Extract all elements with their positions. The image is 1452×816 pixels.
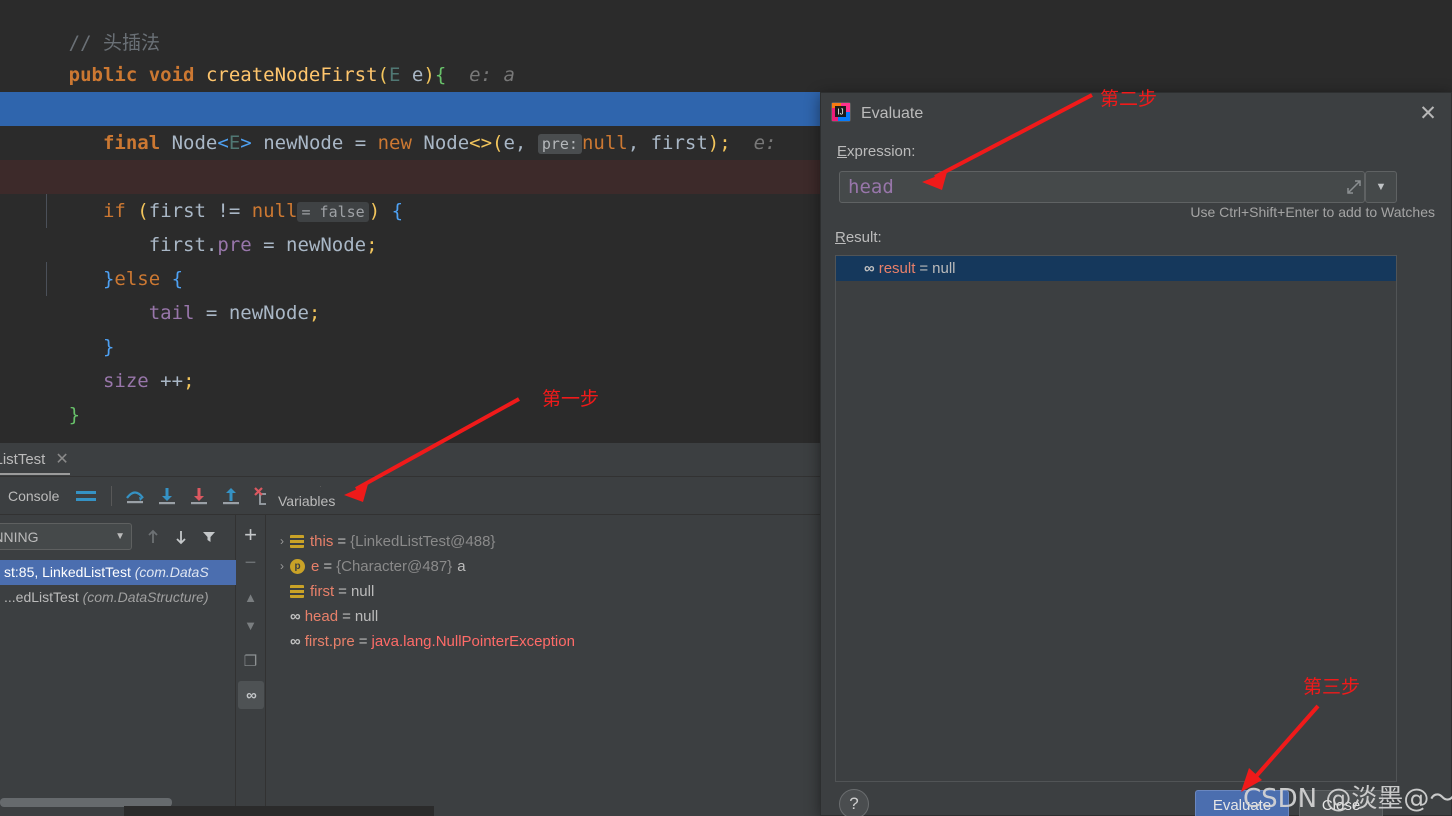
- indent-guide: [46, 194, 47, 228]
- result-label-rest: esult:: [845, 229, 882, 246]
- chevron-right-icon[interactable]: ›: [274, 554, 290, 579]
- expression-label: Expression:: [837, 143, 916, 160]
- result-label: Result:: [835, 229, 882, 246]
- result-row[interactable]: ∞ result = null: [836, 256, 1396, 281]
- variable-row-firstpre[interactable]: ∞ first.pre = java.lang.NullPointerExcep…: [290, 629, 575, 654]
- result-value: null: [932, 260, 956, 277]
- toolbar-divider: [111, 485, 113, 506]
- frame-down-icon[interactable]: [168, 523, 194, 550]
- thread-selector-label: ...n": RUNNING: [0, 528, 39, 545]
- editor-line-comment-top[interactable]: // 头插法: [0, 0, 1452, 54]
- close-icon[interactable]: ✕: [1417, 103, 1439, 125]
- intellij-logo-icon: IJ: [831, 101, 851, 127]
- close-button[interactable]: Close: [1299, 790, 1383, 816]
- chevron-down-icon: ▼: [115, 531, 125, 542]
- force-step-into-icon[interactable]: [184, 481, 214, 511]
- variable-name: first.pre: [304, 633, 355, 650]
- result-tree[interactable]: ∞ result = null: [835, 255, 1397, 782]
- frame-package: (com.DataStructure): [82, 589, 209, 605]
- step-into-icon[interactable]: [152, 481, 182, 511]
- variable-name: e: [311, 558, 320, 575]
- chevron-down-icon: ▼: [1375, 181, 1387, 193]
- expression-input[interactable]: head: [839, 171, 1365, 203]
- step-over-icon[interactable]: [120, 481, 150, 511]
- svg-text:IJ: IJ: [837, 107, 843, 116]
- close-icon[interactable]: ✕: [55, 449, 68, 469]
- variables-sidebar: + − ▲ ▼ ❐ ∞: [236, 515, 266, 816]
- watch-icon: ∞: [290, 608, 301, 625]
- toggle-watches-icon[interactable]: ∞: [237, 681, 264, 709]
- step-out-icon[interactable]: [216, 481, 246, 511]
- console-tab-label[interactable]: Console: [8, 488, 59, 504]
- expression-history-dropdown[interactable]: ▼: [1365, 171, 1397, 203]
- variable-equals: =: [342, 608, 351, 625]
- chevron-right-icon[interactable]: ›: [274, 529, 290, 554]
- remove-watch-icon[interactable]: −: [238, 549, 264, 577]
- frame-row[interactable]: st:85, LinkedListTest (com.DataS: [0, 560, 236, 585]
- filter-icon[interactable]: [196, 523, 222, 550]
- frame-row[interactable]: ...edListTest (com.DataStructure): [0, 585, 236, 610]
- move-down-icon[interactable]: ▼: [238, 611, 264, 639]
- variable-row-head[interactable]: ∞ head = null: [290, 604, 378, 629]
- expression-label-rest: xpression:: [847, 143, 916, 160]
- add-watch-icon[interactable]: +: [238, 521, 264, 549]
- frame-nav-group: [140, 523, 222, 550]
- variable-equals: =: [358, 633, 368, 650]
- variable-equals: =: [323, 558, 333, 575]
- frame-method: st:85, LinkedListTest: [4, 564, 131, 580]
- dialog-title: Evaluate: [861, 105, 924, 122]
- variable-name: first: [310, 583, 335, 600]
- editor-line-signature[interactable]: public void createNodeFirst(E e){ e: a: [0, 24, 1452, 86]
- frame-up-icon[interactable]: [140, 523, 166, 550]
- show-console-icon[interactable]: [71, 481, 101, 511]
- debug-session-tab[interactable]: ...ListTest ✕: [0, 447, 75, 471]
- variable-value-extra: a: [457, 558, 466, 575]
- status-bar-segment: [124, 806, 434, 816]
- watch-icon: ∞: [290, 633, 301, 650]
- variable-value: null: [354, 608, 379, 625]
- debug-session-tab-label: ...ListTest: [0, 450, 46, 468]
- frames-panel: ...n": RUNNING ▼ st:85, LinkedListTest (…: [0, 515, 236, 816]
- close-button-label: Close: [1321, 796, 1361, 814]
- dialog-title-bar[interactable]: IJ Evaluate ✕: [821, 93, 1452, 135]
- variable-row-first[interactable]: first = null: [290, 579, 374, 604]
- variable-row-this[interactable]: › this = {LinkedListTest@488}: [274, 529, 495, 554]
- indent-guide: [46, 262, 47, 296]
- variable-equals: =: [337, 533, 347, 550]
- watches-hint: Use Ctrl+Shift+Enter to add to Watches: [1190, 204, 1435, 220]
- editor-line-first-decl[interactable]: final Node<E> first = head; first: null …: [0, 58, 1452, 120]
- frame-method: ...edListTest: [4, 589, 79, 605]
- variable-name: head: [304, 608, 339, 625]
- field-icon: [290, 585, 304, 598]
- evaluate-dialog: IJ Evaluate ✕ Expression: head ▼ Use Ctr…: [820, 92, 1452, 816]
- variable-row-e[interactable]: › p e = {Character@487} a: [274, 554, 466, 579]
- variable-value: {LinkedListTest@488}: [350, 533, 496, 550]
- move-up-icon[interactable]: ▲: [238, 583, 264, 611]
- variable-name: this: [310, 533, 334, 550]
- evaluate-button-label: Evaluate: [1212, 796, 1272, 814]
- variable-value: {Character@487}: [336, 558, 453, 575]
- field-icon: [290, 535, 304, 548]
- variable-equals: =: [338, 583, 347, 600]
- tab-active-underline: [0, 473, 70, 475]
- watch-icon: ∞: [864, 260, 875, 277]
- variable-exception: java.lang.NullPointerException: [371, 633, 575, 650]
- param-icon: p: [290, 559, 305, 574]
- frame-package: (com.DataS: [134, 564, 209, 580]
- ide-window: // 头插法 public void createNodeFirst(E e){…: [0, 0, 1452, 816]
- result-name: result: [878, 260, 916, 277]
- copy-value-icon[interactable]: ❐: [238, 647, 264, 675]
- expression-input-value: head: [848, 176, 894, 198]
- result-equals: =: [919, 260, 929, 277]
- variable-value: null: [350, 583, 375, 600]
- help-button[interactable]: ?: [839, 789, 869, 816]
- thread-selector[interactable]: ...n": RUNNING ▼: [0, 523, 132, 550]
- evaluate-button[interactable]: Evaluate: [1195, 790, 1289, 816]
